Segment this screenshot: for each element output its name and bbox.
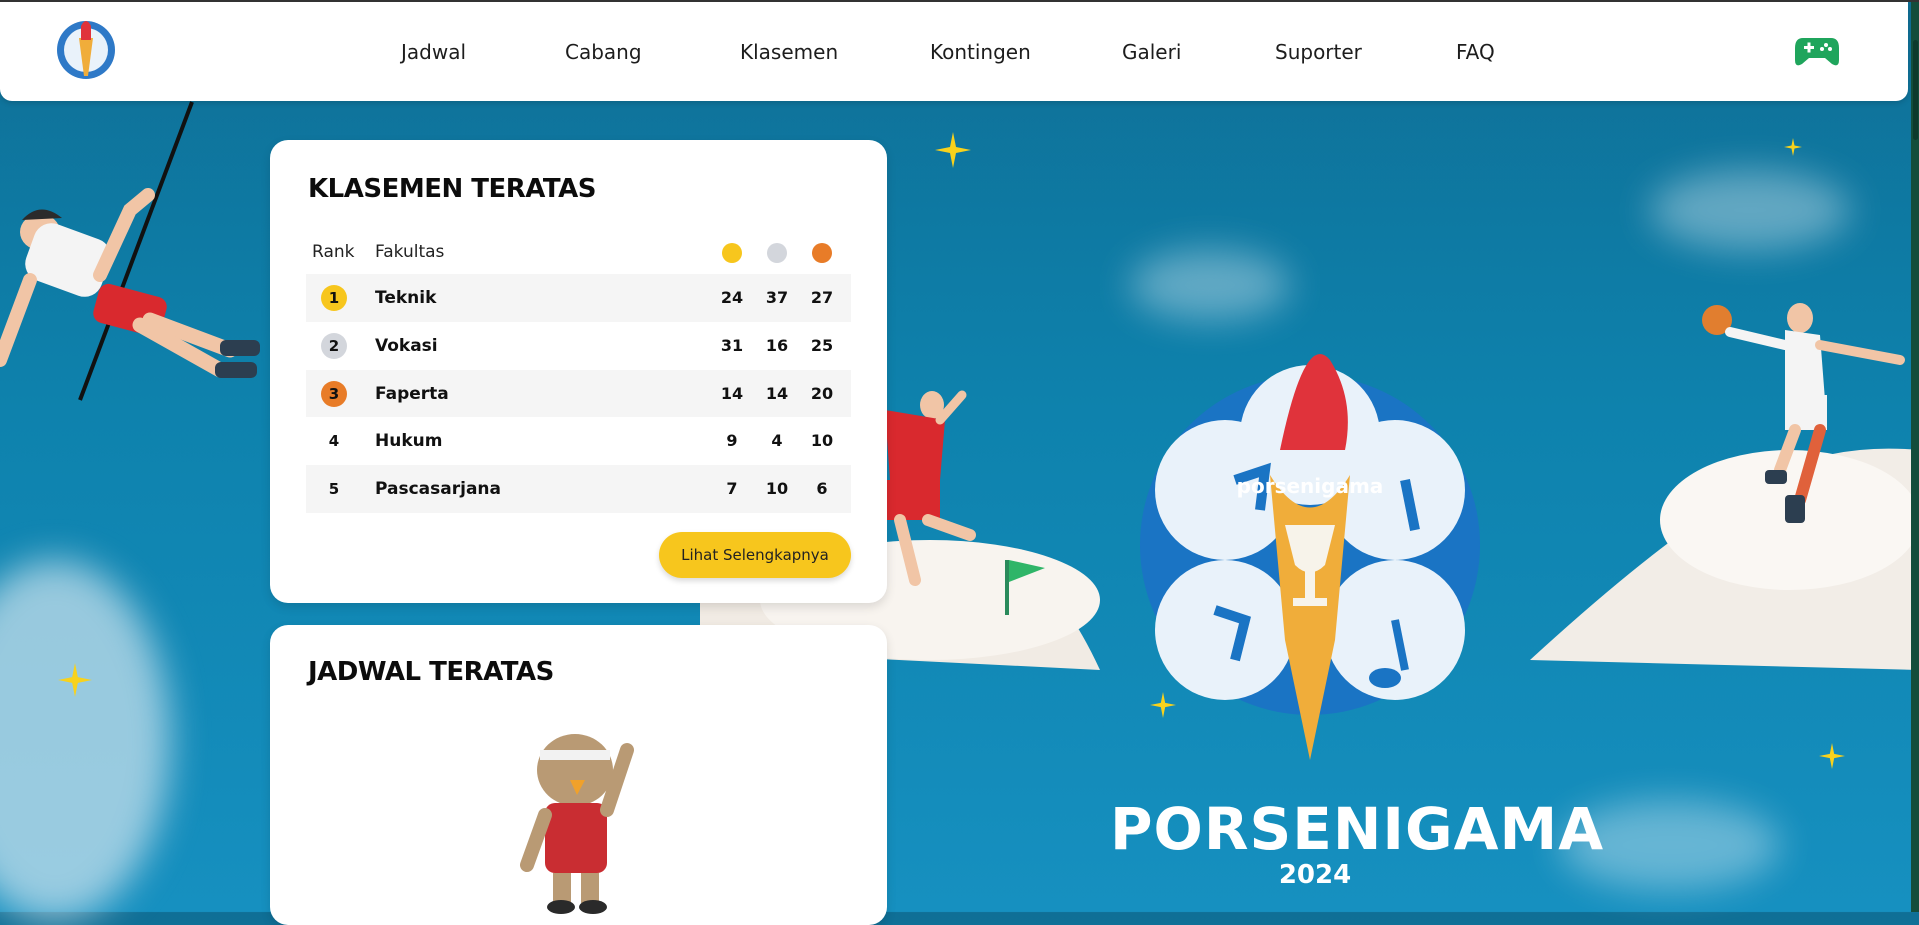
gamepad-icon[interactable] (1795, 34, 1839, 68)
table-row: 2 Vokasi 31 16 25 (306, 322, 851, 370)
bronze-count: 27 (810, 288, 834, 307)
table-row: 5 Pascasarjana 7 10 6 (306, 465, 851, 513)
rank-badge: 5 (328, 480, 340, 499)
silver-count: 10 (765, 479, 789, 499)
gold-count: 14 (720, 383, 744, 403)
rank-badge: 2 (321, 332, 347, 359)
table-row: 1 Teknik 24 37 27 (306, 274, 851, 322)
silver-count: 14 (765, 383, 789, 403)
hero-title: PORSENIGAMA (1110, 795, 1605, 863)
faculty-header: Fakultas (375, 242, 445, 262)
nav-galeri[interactable]: Galeri (1122, 40, 1181, 64)
see-more-button[interactable]: Lihat Selengkapnya (659, 532, 851, 578)
nav-jadwal[interactable]: Jadwal (401, 40, 466, 64)
porsenigama-emblem: porsenigama (1140, 354, 1480, 760)
table-header: Rank Fakultas (306, 228, 851, 274)
cloud (1650, 170, 1850, 250)
climber-illustration (0, 101, 260, 401)
silver-count: 4 (771, 431, 783, 451)
cloud (0, 560, 170, 920)
nav-kontingen[interactable]: Kontingen (930, 40, 1031, 64)
standings-title: KLASEMEN TERATAS (308, 174, 596, 204)
faculty-name: Faperta (375, 383, 449, 404)
star-icon (58, 663, 92, 697)
emblem-text: porsenigama (1237, 474, 1384, 498)
rank-badge: 1 (321, 285, 347, 311)
top-navbar: Jadwal Cabang Klasemen Kontingen Galeri … (0, 2, 1908, 101)
bronze-count: 6 (816, 479, 828, 499)
gold-count: 31 (720, 335, 744, 355)
rank-badge: 3 (321, 380, 347, 407)
cloud (1130, 250, 1290, 320)
faculty-name: Vokasi (375, 335, 438, 356)
hero-year: 2024 (1278, 860, 1352, 890)
gold-medal-icon (722, 243, 742, 263)
silver-medal-icon (767, 243, 787, 263)
nav-cabang[interactable]: Cabang (565, 40, 642, 64)
bronze-count: 10 (810, 431, 834, 451)
faculty-name: Teknik (375, 288, 437, 308)
bronze-count: 20 (810, 383, 834, 403)
star-icon (1784, 138, 1802, 156)
schedule-card: JADWAL TERATAS (270, 625, 887, 925)
gold-count: 9 (726, 431, 738, 451)
basketball-player-illustration (1530, 303, 1919, 670)
scrollbar-thumb[interactable] (1913, 40, 1918, 140)
bronze-count: 25 (810, 335, 834, 355)
table-row: 3 Faperta 14 14 20 (306, 369, 851, 418)
faculty-name: Hukum (375, 431, 443, 452)
silver-count: 37 (765, 288, 789, 307)
top-border (0, 0, 1919, 2)
silver-count: 16 (765, 335, 789, 355)
standings-table: Rank Fakultas 1 Teknik 24 37 27 2 Vokasi… (306, 228, 851, 513)
nav-faq[interactable]: FAQ (1456, 40, 1495, 64)
gold-count: 7 (726, 479, 738, 499)
nav-klasemen[interactable]: Klasemen (740, 40, 838, 64)
standings-card: KLASEMEN TERATAS Rank Fakultas 1 Teknik … (270, 140, 887, 603)
table-row: 4 Hukum 9 4 10 (306, 417, 851, 465)
nav-suporter[interactable]: Suporter (1275, 40, 1362, 64)
schedule-title: JADWAL TERATAS (308, 657, 554, 687)
rank-header: Rank (312, 242, 355, 262)
star-icon (935, 132, 971, 168)
faculty-name: Pascasarjana (375, 479, 501, 500)
main-nav: Jadwal Cabang Klasemen Kontingen Galeri … (0, 2, 1908, 101)
bronze-medal-icon (812, 243, 832, 263)
mascot-illustration (520, 734, 634, 914)
gold-count: 24 (720, 288, 744, 307)
rank-badge: 4 (328, 432, 340, 451)
star-icon (1819, 743, 1845, 769)
